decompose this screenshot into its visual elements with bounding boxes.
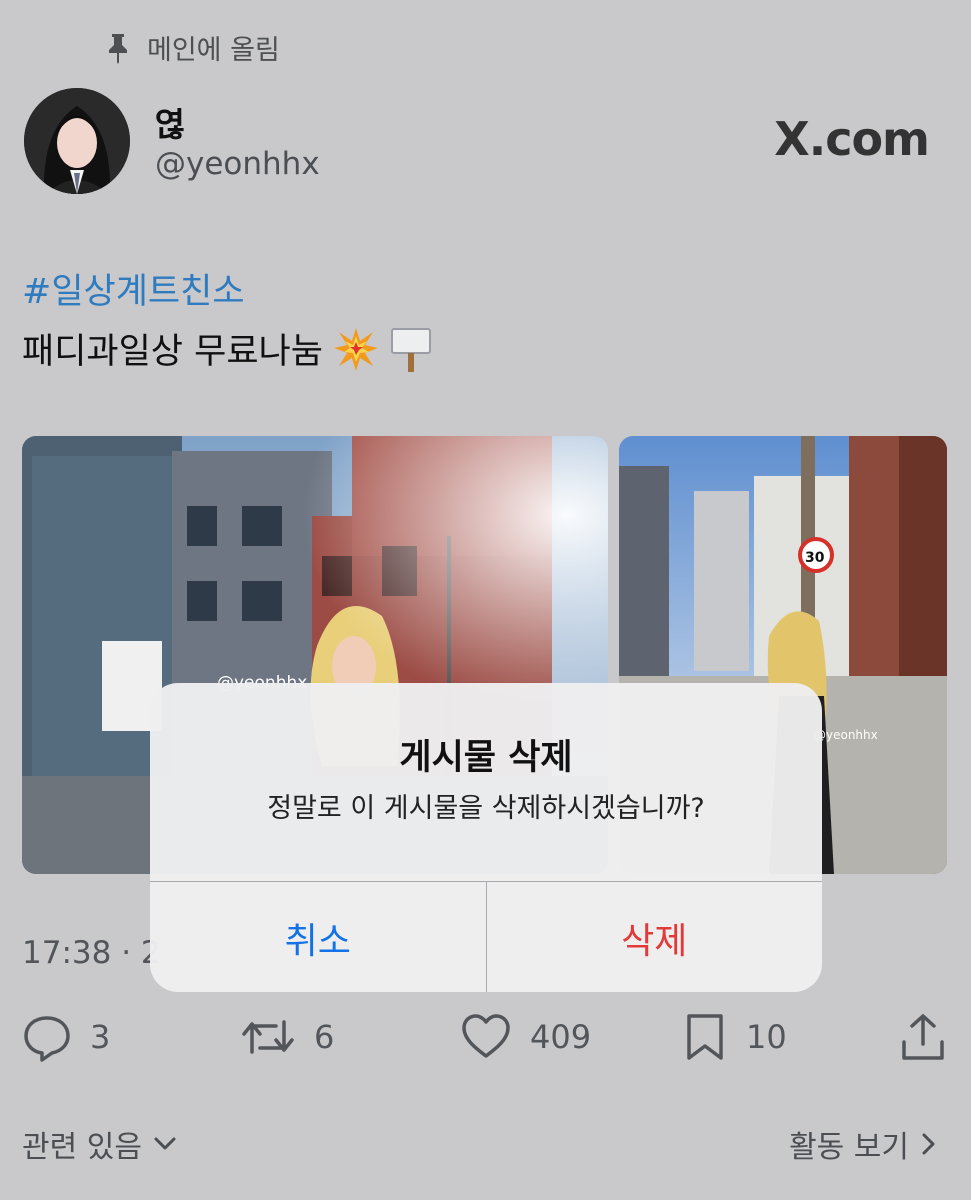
dialog-buttons: 취소 삭제 (150, 881, 822, 992)
cancel-button[interactable]: 취소 (150, 882, 487, 992)
relevance-label: 관련 있음 (22, 1130, 142, 1165)
post-body: 패디과일상 무료나눔 (22, 332, 323, 372)
bookmark-icon (687, 1014, 723, 1060)
post-text: 패디과일상 무료나눔 (22, 323, 433, 374)
view-activity-label: 활동 보기 (789, 1130, 909, 1165)
dialog-title: 게시물 삭제 (399, 738, 573, 778)
reply-button[interactable]: 3 (22, 1012, 110, 1062)
delete-alert-dialog: 게시물 삭제 정말로 이 게시물을 삭제하시겠습니까? 취소 삭제 (150, 683, 822, 992)
placard-icon (390, 327, 431, 372)
speed-sign-text: 30 (805, 550, 825, 566)
view-activity-link[interactable]: 활동 보기 (789, 1122, 939, 1166)
avatar[interactable] (24, 88, 130, 194)
collision-icon (333, 327, 378, 371)
chevron-right-icon (922, 1133, 935, 1155)
like-count: 409 (530, 1018, 592, 1056)
pin-icon (109, 33, 127, 64)
delete-button[interactable]: 삭제 (487, 882, 823, 992)
hashtag-link[interactable]: #일상계트친소 (22, 263, 245, 314)
repost-button[interactable]: 6 (240, 1012, 334, 1062)
repost-count: 6 (314, 1018, 335, 1056)
user-handle[interactable]: @yeonhhx (155, 146, 320, 182)
reply-icon (24, 1016, 70, 1062)
image-watermark-2: @yeonhhx (814, 728, 878, 742)
pinned-label: 메인에 올림 (147, 35, 280, 66)
reply-count: 3 (90, 1018, 111, 1056)
repost-icon (242, 1020, 294, 1054)
heart-icon (462, 1014, 510, 1058)
post-timestamp[interactable]: 17:38 · 2 (22, 935, 161, 971)
bookmark-count: 10 (746, 1018, 787, 1056)
x-logo: X.com (774, 112, 930, 166)
dialog-message: 정말로 이 게시물을 삭제하시겠습니까? (267, 793, 705, 824)
like-button[interactable]: 409 (460, 1012, 591, 1062)
bookmark-button[interactable]: 10 (682, 1012, 787, 1062)
relevance-sort[interactable]: 관련 있음 (22, 1122, 178, 1166)
chevron-down-icon (154, 1137, 176, 1150)
share-icon (902, 1014, 944, 1060)
share-button[interactable] (898, 1012, 948, 1062)
action-bar: 3 6 409 10 (0, 1012, 971, 1072)
pinned-indicator: 메인에 올림 (105, 28, 280, 67)
display-name[interactable]: 엲 (155, 98, 185, 146)
